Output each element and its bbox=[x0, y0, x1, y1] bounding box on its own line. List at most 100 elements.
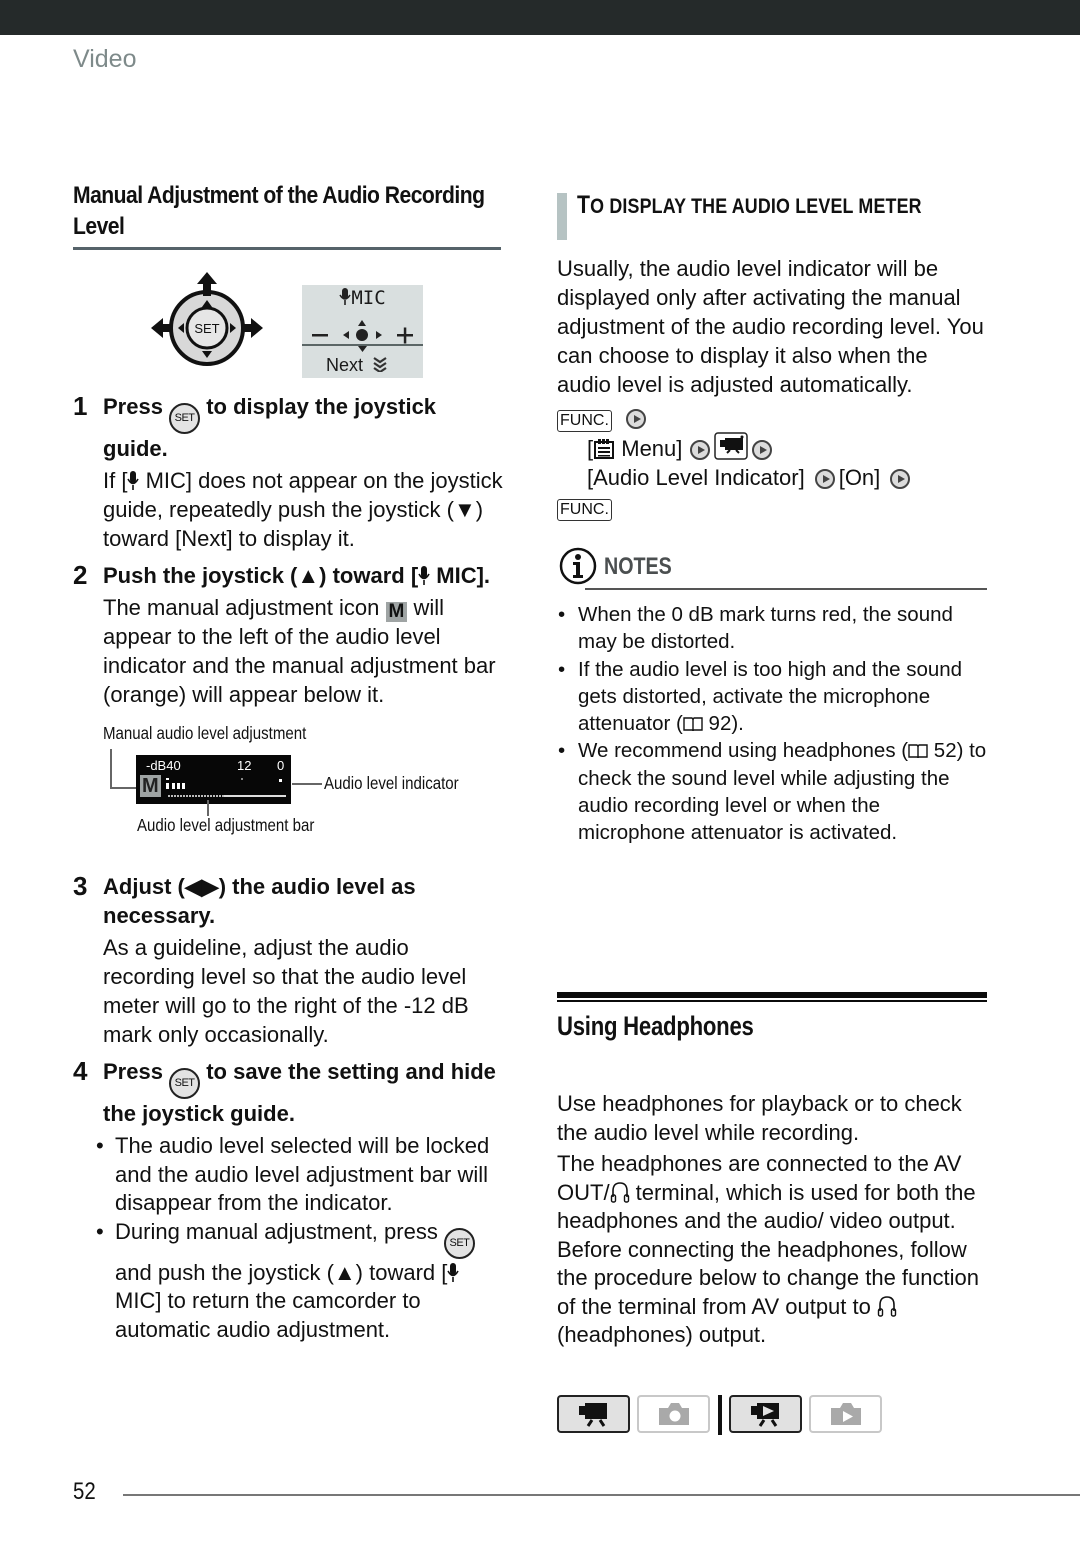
next-arrow-icon bbox=[752, 440, 773, 460]
mode-separator bbox=[718, 1395, 722, 1435]
option-value: [On] bbox=[838, 465, 881, 490]
mode-movie-playback bbox=[729, 1395, 802, 1433]
down-arrow-icon bbox=[358, 346, 367, 352]
step-4-bullets: The audio level selected will be locked … bbox=[94, 1132, 503, 1344]
label-manual-adjustment: Manual audio level adjustment bbox=[103, 723, 307, 743]
step-title-text: MIC]. bbox=[430, 563, 491, 588]
headphones-title: Using Headphones bbox=[557, 1011, 754, 1041]
book-reference-icon bbox=[683, 717, 703, 732]
joystick-icon: SET bbox=[151, 272, 263, 366]
audio-meter-diagram: Manual audio level adjustment -dB40 12 0… bbox=[73, 723, 503, 868]
mode-photo-playback bbox=[809, 1395, 882, 1433]
osd-next: Next bbox=[326, 355, 388, 376]
set-button-icon: SET bbox=[443, 1227, 475, 1259]
step-number: 2 bbox=[73, 560, 88, 590]
paragraph-text: (headphones) output. bbox=[557, 1322, 767, 1347]
left-column: Manual Adjustment of the Audio Recording… bbox=[73, 180, 503, 1344]
subheading-bar bbox=[557, 193, 567, 240]
body-text: The manual adjustment icon bbox=[103, 595, 386, 620]
applicable-modes bbox=[557, 1395, 897, 1435]
joystick-guide-osd: MIC Next bbox=[302, 285, 423, 378]
note-item: If the audio level is too high and the s… bbox=[557, 656, 987, 738]
movie-playback-icon bbox=[750, 1403, 779, 1427]
step-title-text: Press bbox=[103, 394, 163, 419]
book-reference-icon bbox=[908, 744, 928, 759]
mode-photo-record bbox=[637, 1395, 710, 1433]
procedure-line: FUNC. bbox=[557, 403, 987, 432]
leader-line bbox=[207, 800, 209, 816]
bullet-text: During manual adjustment, press bbox=[115, 1218, 438, 1244]
osd-controls bbox=[312, 320, 413, 344]
step-body: As a guideline, adjust the audio recordi… bbox=[103, 935, 469, 1047]
step-title: Press SET to display the joystick guide. bbox=[103, 392, 503, 463]
headphones-icon bbox=[877, 1295, 897, 1317]
manual-adjustment-icon: M bbox=[385, 602, 408, 622]
bullet-item: During manual adjustment, press SET and … bbox=[94, 1218, 503, 1345]
menu-icon bbox=[594, 439, 615, 459]
photo-playback-icon bbox=[830, 1403, 861, 1425]
step-number: 1 bbox=[73, 391, 88, 421]
page-reference-link[interactable]: 92). bbox=[703, 712, 744, 735]
chevrons-down-icon bbox=[373, 357, 387, 374]
headphones-section: Using Headphones Use headphones for play… bbox=[557, 992, 987, 1353]
step-3: 3 Adjust (◀▶) the audio level as necessa… bbox=[73, 872, 503, 1049]
func-button[interactable]: FUNC. bbox=[557, 499, 612, 521]
mic-icon bbox=[339, 288, 352, 305]
bullet-text: and push the joystick (▲) toward [ bbox=[115, 1259, 448, 1285]
leader-line bbox=[292, 783, 322, 785]
procedure-line: [Audio Level Indicator] [On] bbox=[557, 463, 987, 492]
menu-procedure: FUNC. [ Menu] [Audio Level Indicator] [On… bbox=[557, 403, 987, 521]
step-title-text: Push the joystick (▲) toward [ bbox=[103, 563, 419, 588]
headphones-icon bbox=[610, 1181, 629, 1203]
page-number: 52 bbox=[73, 1478, 96, 1505]
body-text: If [ bbox=[103, 468, 128, 493]
osd-mic-label: MIC bbox=[351, 287, 386, 309]
notes-rule bbox=[585, 588, 987, 590]
bullet-item: The audio level selected will be locked … bbox=[94, 1132, 503, 1218]
footer-rule bbox=[123, 1494, 1080, 1496]
step-number: 4 bbox=[73, 1056, 88, 1086]
movie-mode-icon bbox=[714, 432, 749, 460]
note-text: We recommend using headphones ( bbox=[578, 739, 909, 763]
headphones-paragraph: The headphones are connected to the AV O… bbox=[557, 1150, 987, 1350]
body-text: MIC] does not appear on the joystick gui… bbox=[103, 468, 503, 551]
svg-text:SET: SET bbox=[194, 321, 219, 336]
section-rule-thin bbox=[557, 1000, 987, 1002]
next-arrow-icon bbox=[814, 469, 835, 489]
subheading-text: TO DISPLAY THE AUDIO LEVEL METER bbox=[577, 190, 926, 222]
menu-item-label: [Audio Level Indicator] bbox=[587, 465, 805, 490]
movie-record-icon bbox=[578, 1403, 607, 1427]
procedure-line: FUNC. bbox=[557, 492, 987, 521]
mode-movie-record bbox=[557, 1395, 630, 1433]
notes-header: NOTES bbox=[557, 547, 987, 591]
step-1: 1 Press SET to display the joystick guid… bbox=[73, 392, 503, 553]
set-button-icon: SET bbox=[169, 1068, 201, 1099]
procedure-line: [ Menu] bbox=[557, 432, 987, 463]
step-body: The manual adjustment icon M will appear… bbox=[103, 593, 503, 709]
guide-figures: SET MIC Next bbox=[73, 250, 503, 390]
section-title: Manual Adjustment of the Audio Recording… bbox=[73, 182, 485, 240]
func-button[interactable]: FUNC. bbox=[557, 410, 612, 432]
next-arrow-icon bbox=[625, 409, 646, 429]
mic-icon bbox=[447, 1262, 460, 1282]
step-title: Push the joystick (▲) toward [ MIC]. bbox=[103, 561, 503, 590]
note-text: If the audio level is too high and the s… bbox=[578, 657, 963, 736]
label-adjustment-bar: Audio level adjustment bar bbox=[137, 815, 315, 835]
step-number: 3 bbox=[73, 871, 88, 901]
label-audio-level-indicator: Audio level indicator bbox=[324, 773, 459, 793]
notes-title: NOTES bbox=[604, 553, 672, 580]
osd-next-label: Next bbox=[326, 355, 364, 375]
note-item: When the 0 dB mark turns red, the sound … bbox=[557, 601, 987, 656]
step-title: Press SET to save the setting and hide t… bbox=[103, 1057, 503, 1128]
next-arrow-icon bbox=[890, 469, 911, 489]
step-2: 2 Push the joystick (▲) toward [ MIC]. T… bbox=[73, 561, 503, 709]
headphones-paragraph: Use headphones for playback or to check … bbox=[557, 1091, 962, 1145]
step-4: 4 Press SET to save the setting and hide… bbox=[73, 1057, 503, 1344]
osd-mic-row: MIC bbox=[302, 287, 423, 309]
leader-line bbox=[110, 749, 112, 789]
meter-graphics bbox=[166, 778, 286, 797]
audio-level-meter: -dB40 12 0 M bbox=[136, 755, 291, 804]
mic-icon bbox=[127, 471, 140, 490]
notes-list: When the 0 dB mark turns red, the sound … bbox=[557, 601, 987, 847]
photo-record-icon bbox=[658, 1403, 689, 1425]
